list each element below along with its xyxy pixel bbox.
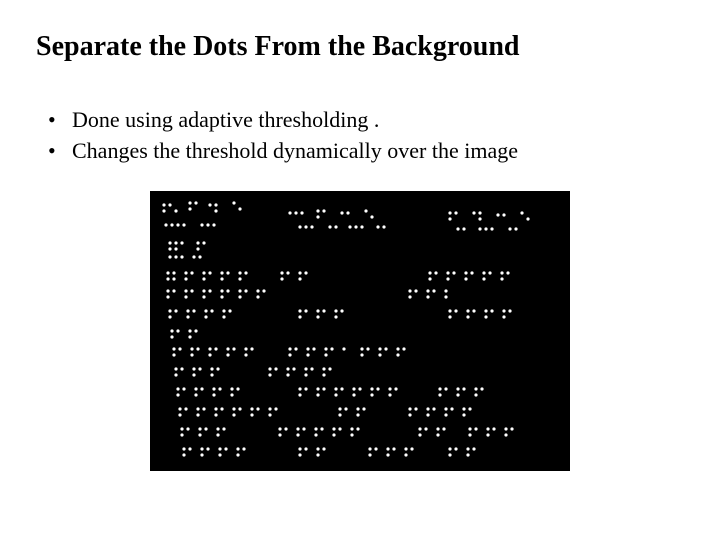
bullet-list: Done using adaptive thresholding . Chang… [36, 104, 684, 168]
bullet-item: Changes the threshold dynamically over t… [48, 135, 684, 167]
dots-svg [150, 191, 570, 471]
slide-title: Separate the Dots From the Background [36, 30, 684, 64]
thresholded-image [150, 191, 570, 471]
slide: Separate the Dots From the Background Do… [0, 0, 720, 540]
bullet-item: Done using adaptive thresholding . [48, 104, 684, 136]
figure-container [36, 191, 684, 471]
